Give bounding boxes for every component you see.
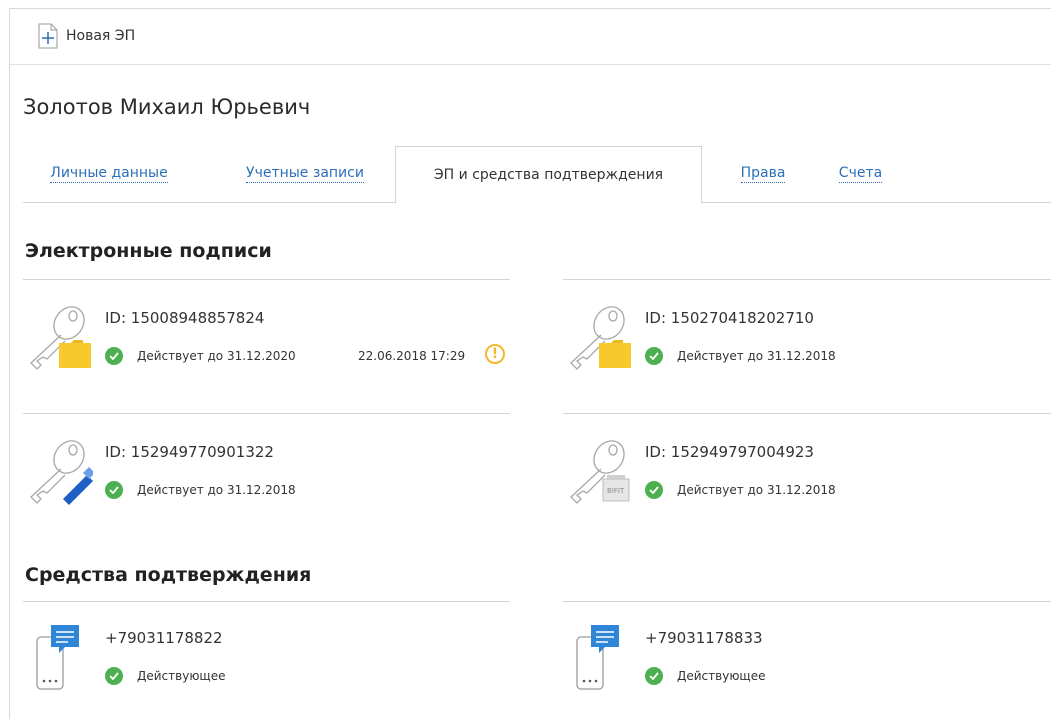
confirmation-item[interactable]: +79031178822 Действующее (23, 623, 503, 713)
phone-number: +79031178833 (645, 629, 763, 647)
tab-label: Учетные записи (246, 165, 364, 183)
signatures-section-title: Электронные подписи (25, 240, 272, 262)
tab-signatures-confirmations[interactable]: ЭП и средства подтверждения (395, 146, 702, 204)
tab-label: Личные данные (50, 165, 168, 183)
key-folder-icon (23, 301, 93, 375)
tab-label: Счета (838, 165, 883, 183)
signature-validity: Действует до 31.12.2018 (137, 483, 296, 497)
signature-card[interactable]: ID: 152949770901322 Действует до 31.12.2… (23, 435, 503, 545)
signature-id: ID: 152949797004923 (645, 443, 814, 461)
tab-bar: Личные данные Учетные записи ЭП и средст… (23, 146, 1051, 204)
check-circle-icon (105, 481, 123, 499)
check-circle-icon (645, 667, 663, 685)
confirmation-item[interactable]: +79031178833 Действующее (563, 623, 1043, 713)
signature-id: ID: 152949770901322 (105, 443, 274, 461)
sms-phone-icon (35, 625, 85, 699)
main-panel: Новая ЭП Золотов Михаил Юрьевич Личные д… (9, 8, 1051, 719)
person-name: Золотов Михаил Юрьевич (23, 95, 311, 119)
tab-label: Права (740, 165, 786, 183)
new-document-icon (38, 23, 58, 49)
tab-accounts[interactable]: Учетные записи (231, 146, 379, 202)
toolbar: Новая ЭП (10, 9, 1051, 65)
confirmation-status: Действующее (105, 667, 226, 685)
signature-status: Действует до 31.12.2018 (645, 347, 836, 365)
tab-bills[interactable]: Счета (823, 146, 898, 202)
signature-card[interactable]: BIFIT ID: 152949797004923 Действует до 3… (563, 435, 1043, 545)
divider (563, 601, 1051, 602)
signature-status: Действует до 31.12.2018 (645, 481, 836, 499)
tab-rights[interactable]: Права (723, 146, 803, 202)
divider (563, 413, 1051, 414)
check-circle-icon (645, 481, 663, 499)
check-circle-icon (645, 347, 663, 365)
key-bifit-token-icon: BIFIT (563, 435, 633, 509)
divider (23, 279, 510, 280)
signature-validity: Действует до 31.12.2018 (677, 349, 836, 363)
tab-label: ЭП и средства подтверждения (433, 167, 664, 183)
signature-id: ID: 15008948857824 (105, 309, 265, 327)
confirmation-status-text: Действующее (677, 669, 766, 683)
tab-personal-data[interactable]: Личные данные (23, 146, 195, 202)
sms-phone-icon (575, 625, 625, 699)
key-folder-icon (563, 301, 633, 375)
signature-card[interactable]: ID: 150270418202710 Действует до 31.12.2… (563, 301, 1043, 411)
divider (23, 413, 510, 414)
new-signature-label: Новая ЭП (66, 28, 136, 44)
new-signature-button[interactable]: Новая ЭП (38, 22, 135, 50)
signature-id: ID: 150270418202710 (645, 309, 814, 327)
confirmations-section-title: Средства подтверждения (25, 564, 312, 586)
signature-status: Действует до 31.12.2018 (105, 481, 296, 499)
divider (23, 601, 510, 602)
confirmation-status-text: Действующее (137, 669, 226, 683)
signature-card[interactable]: ID: 15008948857824 Действует до 31.12.20… (23, 301, 505, 411)
signature-validity: Действует до 31.12.2020 (137, 349, 296, 363)
check-circle-icon (105, 347, 123, 365)
phone-number: +79031178822 (105, 629, 223, 647)
signature-date: 22.06.2018 17:29 (358, 349, 466, 363)
warning-icon[interactable]: ! (485, 344, 505, 364)
bifit-token-label: BIFIT (607, 487, 625, 495)
key-usb-token-icon (23, 435, 95, 509)
divider (563, 279, 1051, 280)
confirmation-status: Действующее (645, 667, 766, 685)
check-circle-icon (105, 667, 123, 685)
signature-validity: Действует до 31.12.2018 (677, 483, 836, 497)
signature-status: Действует до 31.12.2020 (105, 347, 296, 365)
